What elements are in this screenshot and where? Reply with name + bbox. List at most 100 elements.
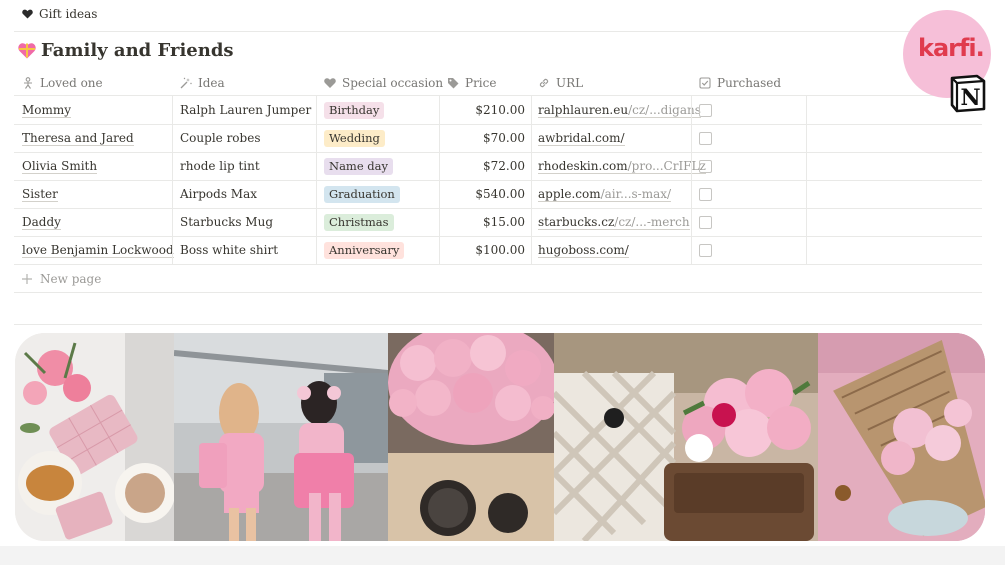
- url-path: /air...s-max/: [600, 186, 672, 202]
- occasion-cell[interactable]: Christmas: [324, 208, 394, 236]
- loved-one-cell[interactable]: Mommy: [22, 96, 72, 124]
- divider: [14, 292, 982, 293]
- occasion-cell[interactable]: Graduation: [324, 180, 400, 208]
- url-cell[interactable]: rhodeskin.com/pro...CrIFLz: [538, 152, 706, 180]
- karfi-logo-text: karfi.: [918, 34, 985, 62]
- purchased-checkbox[interactable]: [699, 243, 712, 257]
- loved-one-cell[interactable]: Theresa and Jared: [22, 124, 134, 152]
- table-row[interactable]: Mommy Ralph Lauren Jumper Birthday $210.…: [14, 96, 982, 125]
- divider: [172, 96, 173, 124]
- new-page-button[interactable]: New page: [22, 267, 101, 291]
- two-women-pink-outfits-photo: [174, 333, 388, 541]
- divider: [691, 152, 692, 180]
- divider: [806, 180, 807, 208]
- loved-one-text: Daddy: [22, 214, 61, 230]
- column-label: Loved one: [40, 75, 103, 90]
- page-title-text: Family and Friends: [41, 40, 234, 61]
- divider: [439, 180, 440, 208]
- url-cell[interactable]: apple.com/air...s-max/: [538, 180, 672, 208]
- column-label: Price: [465, 75, 497, 90]
- table-row[interactable]: love Benjamin Lockwood Boss white shirt …: [14, 236, 982, 265]
- url-cell[interactable]: hugoboss.com/: [538, 236, 629, 264]
- url-host: awbridal.com/: [538, 130, 625, 146]
- column-label: Idea: [198, 75, 225, 90]
- divider: [439, 236, 440, 264]
- url-cell[interactable]: awbridal.com/: [538, 124, 625, 152]
- table-row[interactable]: Sister Airpods Max Graduation $540.00 ap…: [14, 180, 982, 209]
- occasion-tag: Anniversary: [324, 241, 405, 259]
- divider: [691, 124, 692, 152]
- divider: [531, 236, 532, 264]
- purchased-checkbox[interactable]: [699, 187, 712, 201]
- occasion-cell[interactable]: Wedding: [324, 124, 385, 152]
- idea-cell[interactable]: Boss white shirt: [180, 236, 278, 264]
- photo-gallery: [15, 333, 985, 541]
- divider: [691, 180, 692, 208]
- divider: [806, 96, 807, 124]
- loved-one-cell[interactable]: love Benjamin Lockwood: [22, 236, 174, 264]
- idea-cell[interactable]: rhode lip tint: [180, 152, 260, 180]
- divider: [531, 124, 532, 152]
- purchased-checkbox[interactable]: [699, 103, 712, 117]
- price-cell[interactable]: $540.00: [447, 180, 525, 208]
- column-header-idea[interactable]: Idea: [180, 70, 225, 95]
- purchased-cell[interactable]: [699, 96, 712, 124]
- divider: [14, 324, 982, 325]
- divider: [691, 236, 692, 264]
- divider: [316, 124, 317, 152]
- gift-heart-icon: [18, 43, 36, 59]
- occasion-cell[interactable]: Birthday: [324, 96, 385, 124]
- occasion-tag: Graduation: [324, 185, 400, 203]
- divider: [316, 180, 317, 208]
- column-header-loved-one[interactable]: Loved one: [22, 70, 103, 95]
- purchased-checkbox[interactable]: [699, 159, 712, 173]
- occasion-cell[interactable]: Name day: [324, 152, 393, 180]
- column-header-special-occasion[interactable]: Special occasion: [324, 70, 443, 95]
- url-host: starbucks.cz: [538, 214, 615, 230]
- price-cell[interactable]: $72.00: [447, 152, 525, 180]
- purchased-cell[interactable]: [699, 180, 712, 208]
- idea-cell[interactable]: Ralph Lauren Jumper: [180, 96, 311, 124]
- divider: [806, 208, 807, 236]
- purchased-cell[interactable]: [699, 208, 712, 236]
- purchased-checkbox[interactable]: [699, 131, 712, 145]
- url-path: /cz/...-merch: [614, 214, 690, 230]
- page-title[interactable]: Family and Friends: [18, 40, 234, 61]
- purchased-cell[interactable]: [699, 152, 712, 180]
- loved-one-text: Mommy: [22, 102, 72, 118]
- idea-cell[interactable]: Airpods Max: [180, 180, 257, 208]
- divider: [172, 124, 173, 152]
- loved-one-cell[interactable]: Daddy: [22, 208, 61, 236]
- occasion-cell[interactable]: Anniversary: [324, 236, 405, 264]
- purchased-cell[interactable]: [699, 236, 712, 264]
- price-cell[interactable]: $70.00: [447, 124, 525, 152]
- plus-icon: [22, 274, 32, 284]
- purchased-cell[interactable]: [699, 124, 712, 152]
- table-row[interactable]: Olivia Smith rhode lip tint Name day $72…: [14, 152, 982, 181]
- notion-logo-icon: N: [950, 74, 986, 113]
- price-cell[interactable]: $100.00: [447, 236, 525, 264]
- table-row[interactable]: Daddy Starbucks Mug Christmas $15.00 sta…: [14, 208, 982, 237]
- table-row[interactable]: Theresa and Jared Couple robes Wedding $…: [14, 124, 982, 153]
- column-header-url[interactable]: URL: [538, 70, 583, 95]
- url-cell[interactable]: starbucks.cz/cz/...-merch: [538, 208, 690, 236]
- price-cell[interactable]: $15.00: [447, 208, 525, 236]
- column-label: Special occasion: [342, 75, 444, 90]
- occasion-tag: Wedding: [324, 129, 385, 147]
- column-header-purchased[interactable]: Purchased: [699, 70, 781, 95]
- idea-cell[interactable]: Couple robes: [180, 124, 260, 152]
- breadcrumb-label: Gift ideas: [39, 7, 98, 21]
- loved-one-cell[interactable]: Sister: [22, 180, 58, 208]
- url-host: apple.com: [538, 186, 601, 202]
- idea-cell[interactable]: Starbucks Mug: [180, 208, 273, 236]
- pink-peonies-car-photo: [388, 333, 554, 541]
- divider: [439, 208, 440, 236]
- loved-one-text: Sister: [22, 186, 58, 202]
- breadcrumb[interactable]: Gift ideas: [22, 7, 97, 21]
- divider: [316, 236, 317, 264]
- loved-one-cell[interactable]: Olivia Smith: [22, 152, 98, 180]
- url-cell[interactable]: ralphlauren.eu/cz/...digans: [538, 96, 701, 124]
- price-cell[interactable]: $210.00: [447, 96, 525, 124]
- purchased-checkbox[interactable]: [699, 215, 712, 229]
- column-header-price[interactable]: Price: [447, 70, 496, 95]
